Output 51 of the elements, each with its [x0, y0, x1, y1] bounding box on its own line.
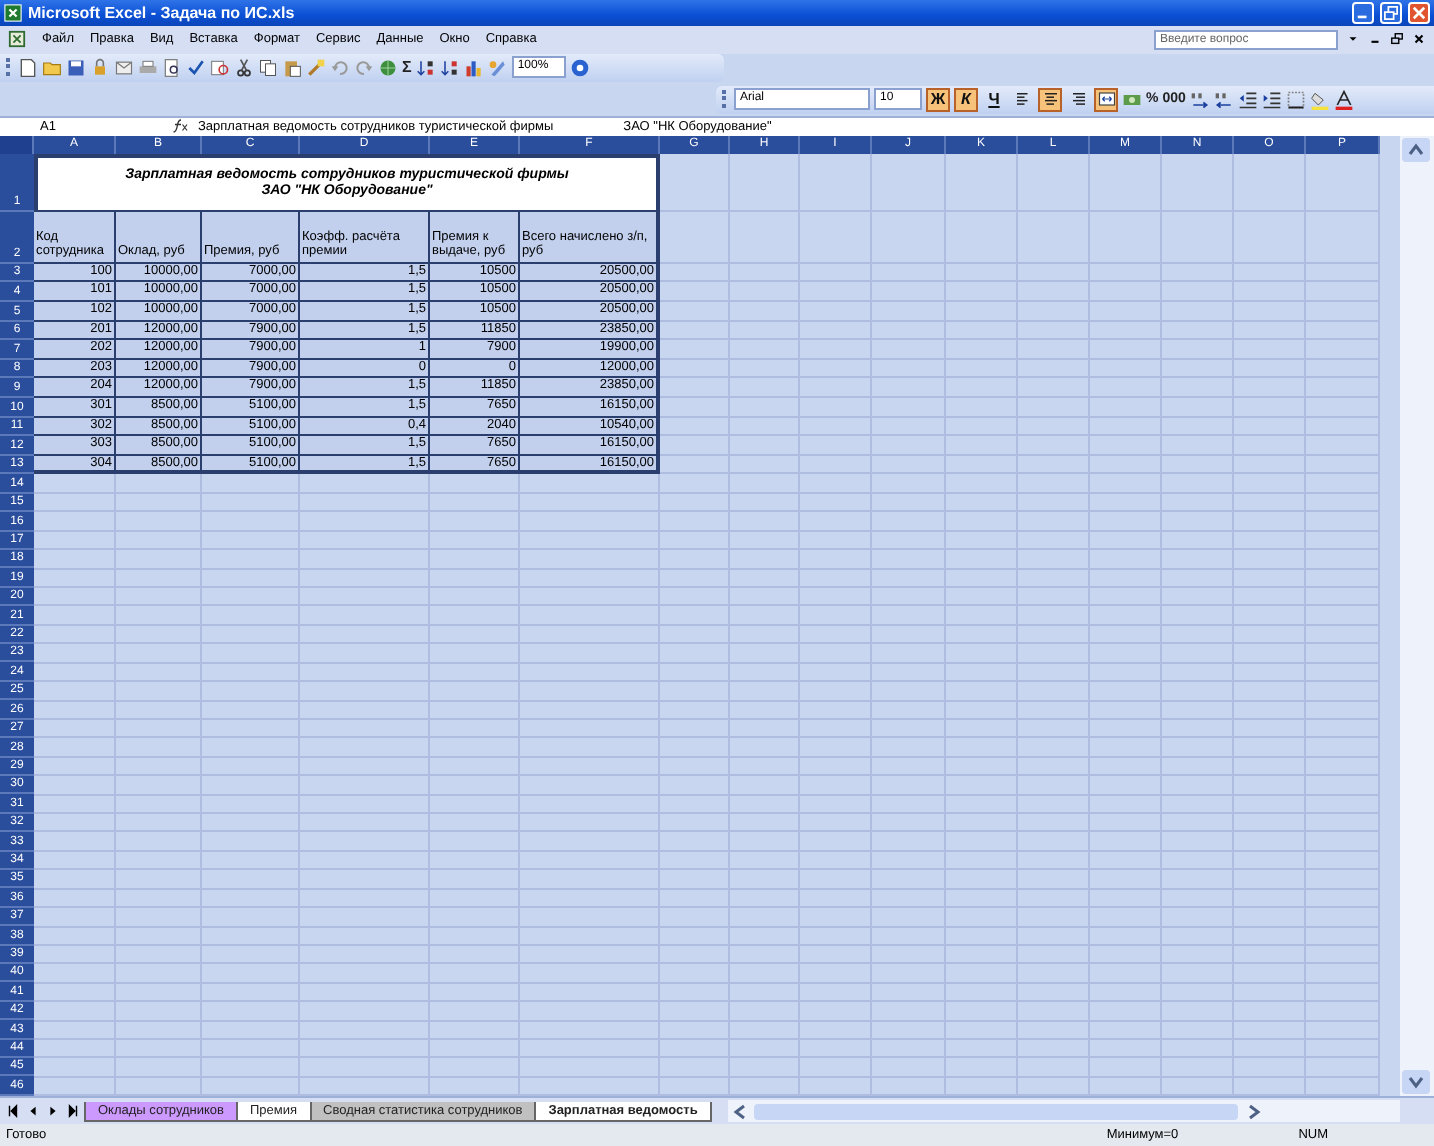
- window-title: Microsoft Excel - Задача по ИС.xls: [28, 3, 295, 22]
- cut-icon[interactable]: [234, 57, 254, 78]
- horizontal-scrollbar[interactable]: [728, 1100, 1400, 1123]
- function-icon[interactable]: [172, 118, 190, 135]
- restore-button[interactable]: [1380, 1, 1402, 24]
- vertical-scrollbar[interactable]: [1400, 135, 1434, 1097]
- merge-center-button[interactable]: [1094, 87, 1118, 112]
- sortup-icon[interactable]: [415, 57, 436, 78]
- italic-button[interactable]: К: [954, 87, 978, 112]
- first-sheet-icon[interactable]: [6, 1104, 20, 1119]
- align-right-icon: [1069, 90, 1087, 109]
- new-icon[interactable]: [18, 57, 38, 78]
- merge-icon: [1097, 90, 1115, 109]
- increase-decimal-icon[interactable]: [1189, 89, 1210, 110]
- brush-icon[interactable]: [306, 57, 326, 78]
- decrease-decimal-icon[interactable]: [1213, 89, 1234, 110]
- mail-icon[interactable]: [114, 57, 134, 78]
- preview-icon[interactable]: [162, 57, 182, 78]
- save-icon[interactable]: [66, 57, 86, 78]
- font-color-icon[interactable]: [1333, 89, 1354, 110]
- decrease-indent-icon[interactable]: [1237, 89, 1258, 110]
- globe-icon[interactable]: [378, 57, 398, 78]
- close-icon[interactable]: [1412, 32, 1426, 47]
- open-icon[interactable]: [42, 57, 62, 78]
- align-center-icon: [1041, 90, 1059, 109]
- bold-button[interactable]: Ж: [926, 87, 950, 112]
- chart-icon[interactable]: [463, 57, 484, 78]
- next-sheet-icon[interactable]: [46, 1104, 60, 1119]
- align-left-icon: [1013, 90, 1031, 109]
- lock-icon[interactable]: [90, 57, 110, 78]
- autosum-button[interactable]: Σ: [402, 58, 412, 77]
- copy-icon[interactable]: [258, 57, 278, 78]
- underline-button[interactable]: Ч: [982, 87, 1006, 112]
- fill-color-icon[interactable]: [1309, 89, 1330, 110]
- currency-icon[interactable]: [1122, 89, 1142, 110]
- print-icon[interactable]: [138, 57, 158, 78]
- scroll-thumb[interactable]: [754, 1103, 1238, 1120]
- workbook-icon[interactable]: [8, 30, 26, 49]
- scroll-down-icon[interactable]: [1402, 1070, 1430, 1095]
- close-button[interactable]: [1408, 1, 1430, 24]
- spreadsheet-icon: [4, 3, 22, 22]
- minimize-button[interactable]: [1352, 1, 1374, 24]
- last-sheet-icon[interactable]: [66, 1104, 80, 1119]
- scroll-up-icon[interactable]: [1402, 137, 1430, 162]
- increase-indent-icon[interactable]: [1261, 89, 1282, 110]
- sortdown-icon[interactable]: [439, 57, 460, 78]
- close-icon: [1412, 5, 1426, 20]
- paste-icon[interactable]: [282, 57, 302, 78]
- align-center-button[interactable]: [1038, 87, 1062, 112]
- borders-icon[interactable]: [1285, 89, 1306, 110]
- previous-sheet-icon[interactable]: [26, 1104, 40, 1119]
